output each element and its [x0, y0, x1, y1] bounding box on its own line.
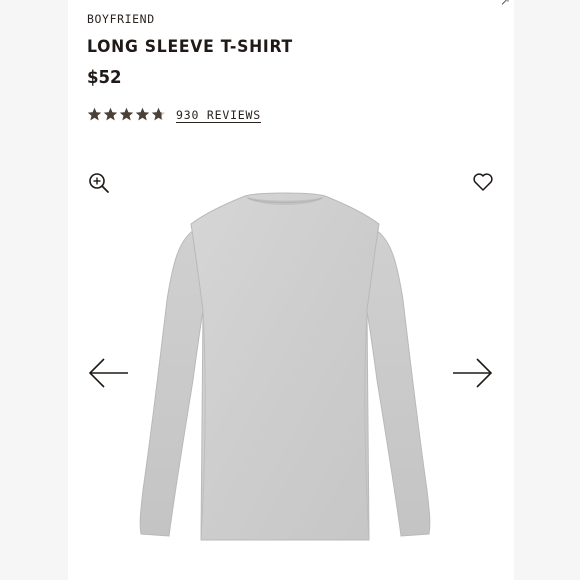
star-icon [135, 107, 150, 121]
star-icon [151, 107, 166, 121]
arrow-right-icon[interactable] [451, 357, 493, 389]
product-image [135, 190, 435, 550]
arrow-left-icon[interactable] [88, 357, 130, 389]
rating-summary: 930 REVIEWS [87, 107, 261, 122]
product-title: LONG SLEEVE T-SHIRT [87, 37, 293, 57]
reviews-link[interactable]: 930 REVIEWS [176, 108, 261, 122]
star-icon [103, 107, 118, 121]
arrow-up-right-icon: ↗ [499, 0, 510, 8]
left-margin [0, 0, 68, 580]
zoom-in-icon[interactable] [88, 172, 110, 194]
star-rating [87, 107, 166, 122]
star-icon [87, 107, 102, 121]
star-icon [119, 107, 134, 121]
heart-icon[interactable] [472, 171, 494, 193]
product-price: $52 [87, 67, 122, 88]
collection-name: BOYFRIEND [87, 12, 155, 26]
right-margin [514, 0, 580, 580]
